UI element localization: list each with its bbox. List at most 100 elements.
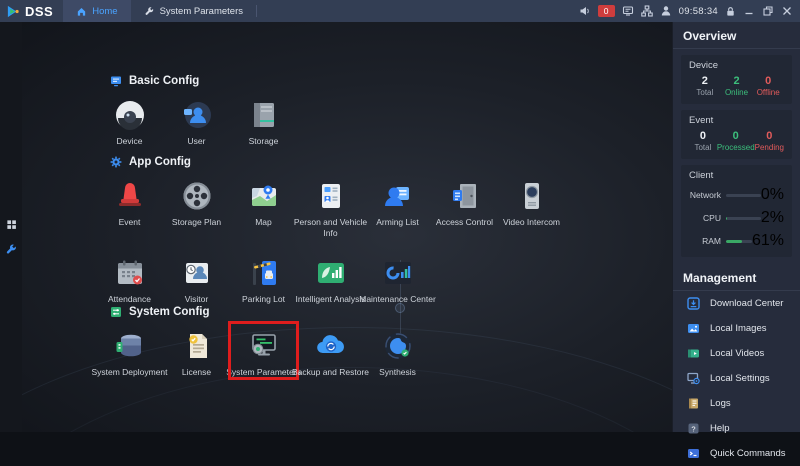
tile-backup-and-restore[interactable]: Backup and Restore — [292, 328, 369, 378]
lock-icon[interactable] — [725, 6, 736, 17]
tile-access-control[interactable]: Access Control — [431, 178, 498, 238]
tile-event[interactable]: Event — [96, 178, 163, 238]
dss-logo-icon — [6, 4, 21, 19]
system-config-icon — [110, 306, 122, 318]
tile-arming-list[interactable]: Arming List — [364, 178, 431, 238]
local-settings-icon — [687, 372, 701, 386]
config-wrench-icon[interactable] — [5, 243, 18, 256]
tab-separator — [256, 5, 257, 17]
minimize-button[interactable] — [743, 5, 755, 17]
wrench-icon — [144, 6, 155, 17]
tile-storage-plan[interactable]: Storage Plan — [163, 178, 230, 238]
tile-label: Arming List — [376, 217, 419, 227]
alarm-sound-icon[interactable] — [579, 5, 591, 17]
tile-label: Parking Lot — [242, 294, 285, 305]
tile-label: Backup and Restore — [291, 367, 370, 377]
tile-storage[interactable]: Storage — [230, 97, 297, 147]
donut-stats-icon — [380, 255, 416, 291]
user-account-icon[interactable] — [660, 5, 672, 17]
tile-attendance[interactable]: Attendance — [96, 255, 163, 305]
tile-system-deployment[interactable]: System Deployment — [91, 328, 168, 378]
section-title: Basic Config — [129, 75, 200, 87]
event-panel-icon[interactable] — [622, 5, 634, 17]
clock-time: 09:58:34 — [678, 5, 718, 17]
tile-label: User — [187, 136, 206, 146]
tile-label: System Parameters — [226, 367, 301, 377]
overview-event-card: Event 0 Total 0 Processed 0 Pending — [681, 110, 792, 160]
management-item-logs[interactable]: Logs — [673, 391, 800, 416]
overview-client-card: Client Network 0% CPU 2% RAM 61% — [681, 165, 792, 258]
management-item-local-settings[interactable]: Local Settings — [673, 366, 800, 391]
film-reel-icon — [179, 178, 215, 214]
local-images-icon — [687, 322, 701, 336]
top-bar: DSS Home System Parameters 0 09:58:34 — [0, 0, 800, 22]
tab-home[interactable]: Home — [63, 0, 131, 22]
tile-system-parameters[interactable]: System Parameters — [226, 321, 301, 380]
monitor-gear-icon — [246, 328, 282, 364]
management-title: Management — [673, 264, 800, 292]
tile-map[interactable]: Map — [230, 178, 297, 238]
synthesis-orb-icon — [380, 328, 416, 364]
management-item-help[interactable]: ? Help — [673, 416, 800, 441]
event-siren-icon — [112, 178, 148, 214]
tile-license[interactable]: License — [163, 328, 230, 378]
event-card-label: Event — [689, 115, 714, 127]
overview-title: Overview — [673, 22, 800, 49]
home-icon — [76, 6, 87, 17]
tile-parking-lot[interactable]: Parking Lot — [230, 255, 297, 305]
tile-person-vehicle-info[interactable]: Person and Vehicle Info — [294, 178, 367, 238]
client-card-label: Client — [689, 170, 714, 182]
tile-label: License — [181, 367, 212, 377]
intercom-icon — [514, 178, 550, 214]
topbar-right-cluster: 0 09:58:34 — [579, 0, 800, 22]
tile-label: Synthesis — [379, 367, 416, 377]
user-icon — [179, 97, 215, 133]
tile-synthesis[interactable]: Synthesis — [364, 328, 431, 378]
tile-maintenance-center[interactable]: Maintenance Center — [359, 255, 436, 305]
overview-device-card: Device 2 Total 2 Online 0 Offline — [681, 55, 792, 105]
management-item-download-center[interactable]: Download Center — [673, 291, 800, 316]
leaf-chart-icon — [313, 255, 349, 291]
basic-config-header: Basic Config — [22, 74, 672, 88]
ram-meter: RAM 61% — [702, 232, 784, 250]
calendar-icon — [112, 255, 148, 291]
license-document-icon — [179, 328, 215, 364]
tile-video-intercom[interactable]: Video Intercom — [498, 178, 565, 238]
alarm-count-badge[interactable]: 0 — [597, 5, 615, 17]
apps-grid-icon[interactable] — [6, 219, 17, 230]
close-button[interactable] — [781, 5, 793, 17]
app-config-header: App Config — [22, 155, 672, 169]
database-stack-icon — [112, 328, 148, 364]
tile-label: Storage — [248, 136, 279, 146]
restore-button[interactable] — [762, 5, 774, 17]
tile-label: Access Control — [435, 217, 494, 227]
basic-config-row: Device User Storage — [22, 97, 672, 147]
tab-system-parameters-label: System Parameters — [159, 5, 243, 17]
device-offline-stat: 0 Offline — [756, 75, 780, 98]
device-online-stat: 2 Online — [724, 75, 749, 98]
management-item-local-videos[interactable]: Local Videos — [673, 341, 800, 366]
management-item-local-images[interactable]: Local Images — [673, 316, 800, 341]
section-app-config: App Config Event Storage Plan Map Person… — [22, 155, 672, 305]
local-videos-icon — [687, 347, 701, 361]
section-title: System Config — [129, 306, 210, 318]
app-config-gear-icon — [110, 156, 122, 168]
tile-visitor[interactable]: Visitor — [163, 255, 230, 305]
tile-label: Device — [116, 136, 143, 146]
tile-user[interactable]: User — [163, 97, 230, 147]
parking-barrier-icon — [246, 255, 282, 291]
device-total-stat: 2 Total — [696, 75, 714, 98]
visitor-badge-icon — [179, 255, 215, 291]
app-config-row-1: Event Storage Plan Map Person and Vehicl… — [22, 178, 672, 238]
tile-label: Intelligent Analysis — [295, 294, 366, 305]
tile-device[interactable]: Device — [96, 97, 163, 147]
id-card-icon — [313, 178, 349, 214]
tile-intelligent-analysis[interactable]: Intelligent Analysis — [295, 255, 366, 305]
event-total-stat: 0 Total — [694, 130, 712, 153]
tile-label: Attendance — [107, 294, 151, 305]
tile-label: Maintenance Center — [359, 294, 436, 305]
management-item-quick-commands[interactable]: Quick Commands — [673, 441, 800, 466]
download-center-icon — [687, 297, 701, 311]
tab-system-parameters[interactable]: System Parameters — [131, 0, 256, 22]
device-tree-icon[interactable] — [640, 5, 653, 17]
